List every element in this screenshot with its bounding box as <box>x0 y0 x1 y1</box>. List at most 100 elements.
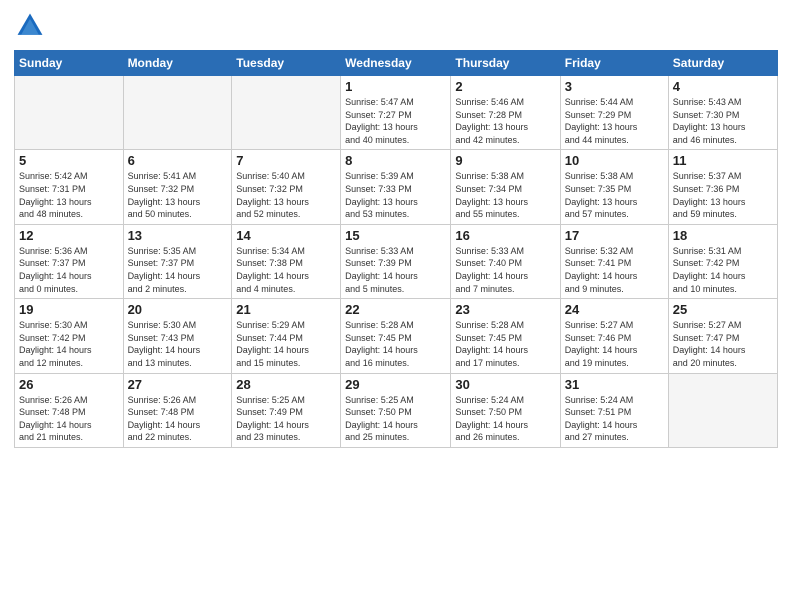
calendar-empty <box>15 76 124 150</box>
day-number: 5 <box>19 153 119 168</box>
day-info: Sunrise: 5:26 AMSunset: 7:48 PMDaylight:… <box>19 394 119 444</box>
calendar-day-5: 5 Sunrise: 5:42 AMSunset: 7:31 PMDaylight… <box>15 150 124 224</box>
calendar-day-1: 1Sunrise: 5:47 AMSunset: 7:27 PMDaylight… <box>341 76 451 150</box>
day-info: Sunrise: 5:43 AMSunset: 7:30 PMDaylight:… <box>673 96 773 146</box>
day-info: Sunrise: 5:25 AMSunset: 7:50 PMDaylight:… <box>345 394 446 444</box>
day-number: 17 <box>565 228 664 243</box>
day-info: Sunrise: 5:38 AMSunset: 7:34 PMDaylight:… <box>455 170 555 220</box>
calendar-day-6: 6Sunrise: 5:41 AMSunset: 7:32 PMDaylight… <box>123 150 232 224</box>
day-number: 13 <box>128 228 228 243</box>
day-header-sunday: Sunday <box>15 51 124 76</box>
day-header-monday: Monday <box>123 51 232 76</box>
day-info: Sunrise: 5:24 AMSunset: 7:51 PMDaylight:… <box>565 394 664 444</box>
day-number: 2 <box>455 79 555 94</box>
calendar-week-row: 5 Sunrise: 5:42 AMSunset: 7:31 PMDaylight… <box>15 150 778 224</box>
day-number: 27 <box>128 377 228 392</box>
day-info: Sunrise: 5:44 AMSunset: 7:29 PMDaylight:… <box>565 96 664 146</box>
calendar-week-row: 26Sunrise: 5:26 AMSunset: 7:48 PMDayligh… <box>15 373 778 447</box>
day-info: Sunrise: 5:42 AMSunset: 7:31 PMDaylight:… <box>19 170 119 220</box>
calendar-day-24: 24 Sunrise: 5:27 AMSunset: 7:46 PMDayligh… <box>560 299 668 373</box>
day-info: Sunrise: 5:35 AMSunset: 7:37 PMDaylight:… <box>128 245 228 295</box>
day-info: Sunrise: 5:37 AMSunset: 7:36 PMDaylight:… <box>673 170 773 220</box>
day-number: 31 <box>565 377 664 392</box>
calendar-day-28: 28Sunrise: 5:25 AMSunset: 7:49 PMDayligh… <box>232 373 341 447</box>
calendar-day-9: 9 Sunrise: 5:38 AMSunset: 7:34 PMDaylight… <box>451 150 560 224</box>
day-number: 9 <box>455 153 555 168</box>
calendar-day-2: 2 Sunrise: 5:46 AMSunset: 7:28 PMDaylight… <box>451 76 560 150</box>
calendar-day-8: 8 Sunrise: 5:39 AMSunset: 7:33 PMDaylight… <box>341 150 451 224</box>
day-number: 29 <box>345 377 446 392</box>
day-number: 22 <box>345 302 446 317</box>
day-number: 24 <box>565 302 664 317</box>
calendar-day-17: 17 Sunrise: 5:32 AMSunset: 7:41 PMDayligh… <box>560 224 668 298</box>
day-info: Sunrise: 5:28 AMSunset: 7:45 PMDaylight:… <box>455 319 555 369</box>
day-info: Sunrise: 5:34 AMSunset: 7:38 PMDaylight:… <box>236 245 336 295</box>
calendar-day-19: 19 Sunrise: 5:30 AMSunset: 7:42 PMDayligh… <box>15 299 124 373</box>
calendar-week-row: 12Sunrise: 5:36 AMSunset: 7:37 PMDayligh… <box>15 224 778 298</box>
day-info: Sunrise: 5:36 AMSunset: 7:37 PMDaylight:… <box>19 245 119 295</box>
day-info: Sunrise: 5:31 AMSunset: 7:42 PMDaylight:… <box>673 245 773 295</box>
day-number: 16 <box>455 228 555 243</box>
day-info: Sunrise: 5:27 AMSunset: 7:46 PMDaylight:… <box>565 319 664 369</box>
calendar-day-22: 22 Sunrise: 5:28 AMSunset: 7:45 PMDayligh… <box>341 299 451 373</box>
day-info: Sunrise: 5:27 AMSunset: 7:47 PMDaylight:… <box>673 319 773 369</box>
day-number: 18 <box>673 228 773 243</box>
day-info: Sunrise: 5:32 AMSunset: 7:41 PMDaylight:… <box>565 245 664 295</box>
calendar-day-11: 11 Sunrise: 5:37 AMSunset: 7:36 PMDayligh… <box>668 150 777 224</box>
day-number: 15 <box>345 228 446 243</box>
day-header-thursday: Thursday <box>451 51 560 76</box>
day-number: 14 <box>236 228 336 243</box>
day-header-friday: Friday <box>560 51 668 76</box>
calendar-day-27: 27 Sunrise: 5:26 AMSunset: 7:48 PMDayligh… <box>123 373 232 447</box>
calendar-header-row: SundayMondayTuesdayWednesdayThursdayFrid… <box>15 51 778 76</box>
calendar-day-14: 14 Sunrise: 5:34 AMSunset: 7:38 PMDayligh… <box>232 224 341 298</box>
day-info: Sunrise: 5:41 AMSunset: 7:32 PMDaylight:… <box>128 170 228 220</box>
calendar-day-29: 29 Sunrise: 5:25 AMSunset: 7:50 PMDayligh… <box>341 373 451 447</box>
day-number: 8 <box>345 153 446 168</box>
day-info: Sunrise: 5:24 AMSunset: 7:50 PMDaylight:… <box>455 394 555 444</box>
calendar-empty <box>668 373 777 447</box>
day-number: 25 <box>673 302 773 317</box>
day-number: 10 <box>565 153 664 168</box>
calendar-empty <box>123 76 232 150</box>
day-number: 7 <box>236 153 336 168</box>
calendar: SundayMondayTuesdayWednesdayThursdayFrid… <box>14 50 778 448</box>
day-info: Sunrise: 5:30 AMSunset: 7:43 PMDaylight:… <box>128 319 228 369</box>
calendar-day-20: 20 Sunrise: 5:30 AMSunset: 7:43 PMDayligh… <box>123 299 232 373</box>
day-info: Sunrise: 5:40 AMSunset: 7:32 PMDaylight:… <box>236 170 336 220</box>
calendar-day-4: 4Sunrise: 5:43 AMSunset: 7:30 PMDaylight… <box>668 76 777 150</box>
logo-icon <box>14 10 46 42</box>
calendar-day-7: 7 Sunrise: 5:40 AMSunset: 7:32 PMDaylight… <box>232 150 341 224</box>
day-info: Sunrise: 5:46 AMSunset: 7:28 PMDaylight:… <box>455 96 555 146</box>
calendar-day-18: 18 Sunrise: 5:31 AMSunset: 7:42 PMDayligh… <box>668 224 777 298</box>
calendar-day-31: 31 Sunrise: 5:24 AMSunset: 7:51 PMDayligh… <box>560 373 668 447</box>
calendar-day-12: 12Sunrise: 5:36 AMSunset: 7:37 PMDayligh… <box>15 224 124 298</box>
day-number: 23 <box>455 302 555 317</box>
day-number: 3 <box>565 79 664 94</box>
calendar-day-25: 25 Sunrise: 5:27 AMSunset: 7:47 PMDayligh… <box>668 299 777 373</box>
day-header-wednesday: Wednesday <box>341 51 451 76</box>
day-info: Sunrise: 5:30 AMSunset: 7:42 PMDaylight:… <box>19 319 119 369</box>
calendar-day-16: 16 Sunrise: 5:33 AMSunset: 7:40 PMDayligh… <box>451 224 560 298</box>
day-info: Sunrise: 5:26 AMSunset: 7:48 PMDaylight:… <box>128 394 228 444</box>
logo <box>14 10 50 42</box>
calendar-day-3: 3 Sunrise: 5:44 AMSunset: 7:29 PMDaylight… <box>560 76 668 150</box>
day-info: Sunrise: 5:25 AMSunset: 7:49 PMDaylight:… <box>236 394 336 444</box>
day-number: 21 <box>236 302 336 317</box>
calendar-day-30: 30Sunrise: 5:24 AMSunset: 7:50 PMDayligh… <box>451 373 560 447</box>
day-info: Sunrise: 5:47 AMSunset: 7:27 PMDaylight:… <box>345 96 446 146</box>
calendar-day-21: 21 Sunrise: 5:29 AMSunset: 7:44 PMDayligh… <box>232 299 341 373</box>
day-number: 20 <box>128 302 228 317</box>
day-info: Sunrise: 5:28 AMSunset: 7:45 PMDaylight:… <box>345 319 446 369</box>
day-number: 11 <box>673 153 773 168</box>
day-info: Sunrise: 5:29 AMSunset: 7:44 PMDaylight:… <box>236 319 336 369</box>
day-info: Sunrise: 5:39 AMSunset: 7:33 PMDaylight:… <box>345 170 446 220</box>
day-info: Sunrise: 5:33 AMSunset: 7:40 PMDaylight:… <box>455 245 555 295</box>
calendar-day-10: 10Sunrise: 5:38 AMSunset: 7:35 PMDayligh… <box>560 150 668 224</box>
day-number: 19 <box>19 302 119 317</box>
calendar-day-15: 15Sunrise: 5:33 AMSunset: 7:39 PMDayligh… <box>341 224 451 298</box>
calendar-day-13: 13 Sunrise: 5:35 AMSunset: 7:37 PMDayligh… <box>123 224 232 298</box>
calendar-week-row: 1Sunrise: 5:47 AMSunset: 7:27 PMDaylight… <box>15 76 778 150</box>
calendar-week-row: 19 Sunrise: 5:30 AMSunset: 7:42 PMDayligh… <box>15 299 778 373</box>
day-header-tuesday: Tuesday <box>232 51 341 76</box>
